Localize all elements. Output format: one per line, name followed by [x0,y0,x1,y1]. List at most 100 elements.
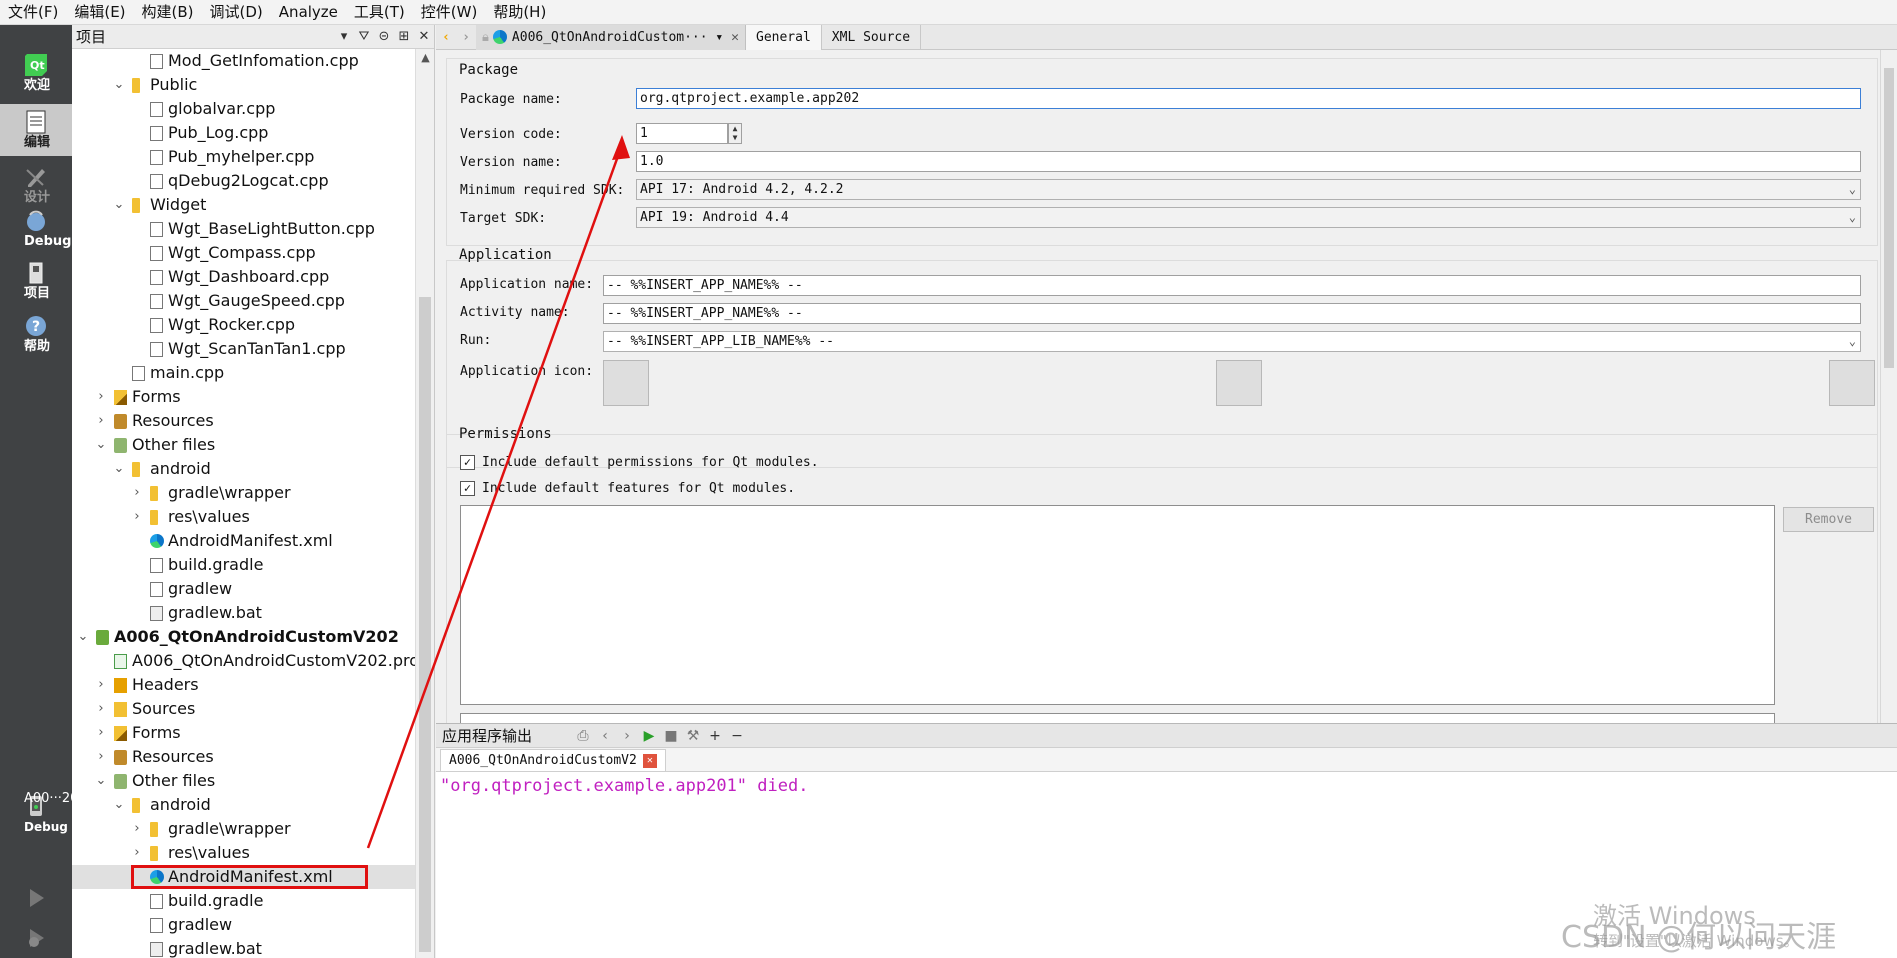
target-sdk-select[interactable]: API 19: Android 4.4 ⌄ [636,207,1861,228]
chevron-down-icon[interactable]: ⌄ [94,433,108,457]
zoom-out-icon[interactable]: − [726,728,748,744]
app-icon-ldpi-button[interactable] [603,360,649,406]
tree-item[interactable]: gradlew.bat [72,601,415,625]
tree-item[interactable]: AndroidManifest.xml [72,529,415,553]
tree-item[interactable]: Wgt_Compass.cpp [72,241,415,265]
remove-permission-button[interactable]: Remove [1783,507,1874,532]
chevron-right-icon[interactable]: › [94,409,108,433]
tree-item[interactable]: A006_QtOnAndroidCustomV202.pro [72,649,415,673]
chevron-down-icon[interactable]: ⌄ [112,457,126,481]
back-icon[interactable]: ‹ [436,30,456,45]
mode-debug[interactable]: Debug [0,203,72,255]
chevron-right-icon[interactable]: › [130,481,144,505]
menu-build[interactable]: 构建(B) [134,0,202,25]
chevron-down-icon[interactable]: ⌄ [112,193,126,217]
app-icon-mdpi-button[interactable] [1216,360,1262,406]
tree-item[interactable]: Wgt_Dashboard.cpp [72,265,415,289]
tree-item[interactable]: ⌄ Public [72,73,415,97]
app-name-input[interactable]: -- %%INSERT_APP_NAME%% -- [603,275,1861,296]
tree-item[interactable]: Pub_myhelper.cpp [72,145,415,169]
tree-item[interactable]: build.gradle [72,889,415,913]
chevron-down-icon[interactable]: ⌄ [94,769,108,793]
tree-item[interactable]: › Resources [72,745,415,769]
tree-item[interactable]: Wgt_ScanTanTan1.cpp [72,337,415,361]
include-permissions-checkbox[interactable]: ✓ [460,455,475,470]
run-button[interactable] [0,880,72,920]
tree-item[interactable]: build.gradle [72,553,415,577]
close-document-icon[interactable]: ✕ [731,30,739,45]
chevron-right-icon[interactable]: › [94,673,108,697]
tree-item[interactable]: ⌄ Other files [72,433,415,457]
app-icon-hdpi-button[interactable] [1829,360,1875,406]
kit-selector[interactable]: A00···202 Debug [0,788,87,878]
tree-item[interactable]: › gradle\wrapper [72,481,415,505]
mode-welcome[interactable]: Qt 欢迎 [0,47,72,99]
tree-item[interactable]: Mod_GetInfomation.cpp [72,49,415,73]
tree-item[interactable]: globalvar.cpp [72,97,415,121]
project-tree-scrollbar[interactable]: ▲ [415,49,434,958]
mode-edit[interactable]: 编辑 [0,104,72,156]
split-icon[interactable]: ⊞ [394,29,414,44]
scrollbar-thumb[interactable] [419,297,431,952]
tree-item[interactable]: › Sources [72,697,415,721]
debug-attach-icon[interactable]: ⚒ [682,728,704,744]
tree-item[interactable]: gradlew [72,913,415,937]
version-code-input[interactable]: 1 [636,123,728,144]
chevron-right-icon[interactable]: › [94,745,108,769]
tree-item[interactable]: gradlew.bat [72,937,415,958]
menu-controls[interactable]: 控件(W) [413,0,486,25]
menu-edit[interactable]: 编辑(E) [66,0,133,25]
chevron-right-icon[interactable]: › [94,385,108,409]
scrollbar-thumb[interactable] [1884,68,1894,368]
chevron-right-icon[interactable]: › [94,697,108,721]
close-icon[interactable]: ✕ [414,29,434,44]
chevron-right-icon[interactable]: › [130,817,144,841]
stop-icon[interactable]: ■ [660,728,682,744]
package-name-input[interactable]: org.qtproject.example.app202 [636,88,1861,109]
include-features-checkbox[interactable]: ✓ [460,481,475,496]
tree-item[interactable]: › Resources [72,409,415,433]
tree-item[interactable]: gradlew [72,577,415,601]
tree-item[interactable]: › gradle\wrapper [72,817,415,841]
tree-item[interactable]: Wgt_GaugeSpeed.cpp [72,289,415,313]
attach-icon[interactable]: ⎙ [572,728,594,744]
run-select[interactable]: -- %%INSERT_APP_LIB_NAME%% -- ⌄ [603,331,1861,352]
scroll-up-icon[interactable]: ▲ [416,49,435,67]
tree-item[interactable]: ⌄ A006_QtOnAndroidCustomV202 [72,625,415,649]
tree-item[interactable]: ⌄ android [72,457,415,481]
menu-analyze[interactable]: Analyze [271,0,346,25]
manifest-scrollbar[interactable] [1880,50,1897,723]
chevron-right-icon[interactable]: › [130,505,144,529]
chevron-down-icon[interactable]: ⌄ [112,793,126,817]
menu-debug[interactable]: 调试(D) [202,0,271,25]
next-icon[interactable]: › [616,728,638,744]
tab-xml-source[interactable]: XML Source [822,24,922,50]
tree-item[interactable]: ⌄ Widget [72,193,415,217]
tree-item[interactable]: › Forms [72,385,415,409]
output-tab[interactable]: A006_QtOnAndroidCustomV2 ✕ [440,749,666,771]
chevron-down-icon[interactable]: ⌄ [112,73,126,97]
min-sdk-select[interactable]: API 17: Android 4.2, 4.2.2 ⌄ [636,179,1861,200]
menu-tools[interactable]: 工具(T) [346,0,413,25]
tab-general[interactable]: General [746,24,822,50]
tree-item[interactable]: Wgt_BaseLightButton.cpp [72,217,415,241]
tree-item[interactable]: › res\values [72,505,415,529]
tree-item[interactable]: main.cpp [72,361,415,385]
add-permission-combo[interactable] [460,713,1775,723]
link-icon[interactable]: ⊝ [374,29,394,44]
forward-icon[interactable]: › [456,30,476,45]
chevron-down-icon[interactable]: ▾ [334,29,354,44]
version-name-input[interactable]: 1.0 [636,151,1861,172]
menu-file[interactable]: 文件(F) [0,0,66,25]
tree-item[interactable]: ⌄ android [72,793,415,817]
chevron-right-icon[interactable]: › [94,721,108,745]
chevron-down-icon[interactable]: ▾ [715,30,723,45]
menu-help[interactable]: 帮助(H) [485,0,554,25]
tree-item[interactable]: › Headers [72,673,415,697]
mode-help[interactable]: ? 帮助 [0,308,72,360]
tree-item[interactable]: qDebug2Logcat.cpp [72,169,415,193]
zoom-in-icon[interactable]: + [704,728,726,744]
tree-item[interactable]: › Forms [72,721,415,745]
tree-item[interactable]: › res\values [72,841,415,865]
version-code-stepper[interactable]: ▲ ▼ [728,123,742,144]
